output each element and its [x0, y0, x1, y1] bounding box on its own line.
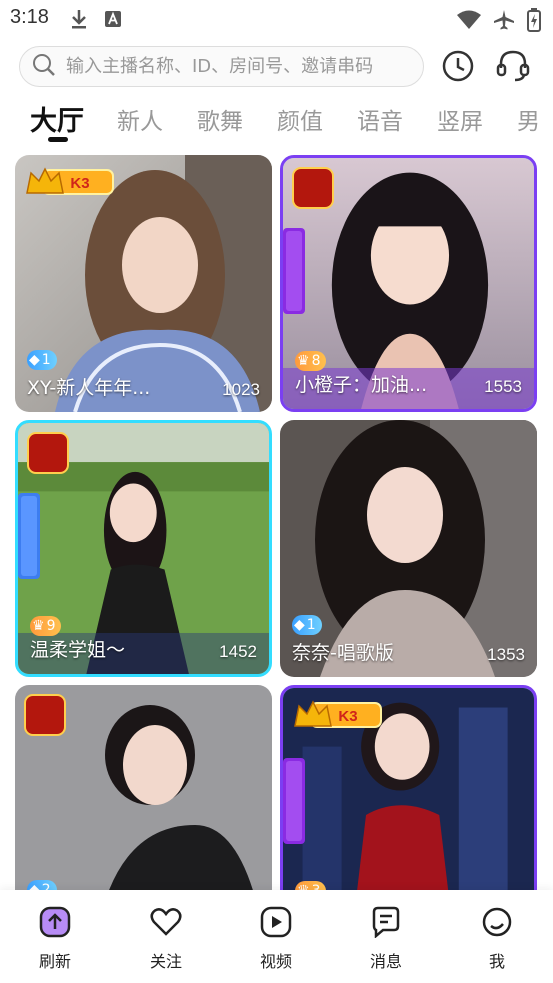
nav-messages[interactable]: 消息: [346, 906, 426, 972]
battery-icon: [527, 8, 541, 32]
nav-label: 刷新: [38, 952, 71, 971]
tab-looks[interactable]: 颜值: [277, 102, 323, 136]
download-icon: [70, 9, 88, 29]
nav-label: 消息: [369, 952, 402, 971]
airplane-icon: [493, 9, 515, 31]
level-badge: ◆ 1: [27, 350, 57, 370]
level-badge: ♛ 8: [295, 351, 327, 371]
tab-hall[interactable]: 大厅: [30, 99, 84, 138]
clock-icon[interactable]: [440, 48, 476, 84]
stream-title: 小橙子：加油...: [295, 374, 428, 396]
stream-card[interactable]: ♛ 9 温柔学姐～ 1452: [15, 420, 272, 677]
c-trainee-banner-icon: [18, 493, 40, 579]
c-star-banner-icon: [283, 758, 305, 844]
font-icon: [104, 9, 122, 29]
headset-icon[interactable]: [495, 48, 531, 84]
tab-newcomer[interactable]: 新人: [117, 102, 163, 136]
viewer-count: 1023: [222, 380, 260, 399]
crown-icon: ♛: [297, 353, 310, 369]
diamond-icon: ◆: [29, 352, 40, 368]
nav-label: 关注: [149, 952, 182, 971]
stream-title: 奈奈-唱歌版: [292, 642, 394, 664]
status-bar: 3:18: [0, 0, 553, 38]
tab-voice[interactable]: 语音: [357, 102, 403, 136]
svg-text:K3: K3: [338, 708, 357, 725]
crown-icon: ♛: [32, 618, 45, 634]
stream-card[interactable]: ♛ 8 小橙子：加油... 1553: [280, 155, 537, 412]
stream-card[interactable]: K3 ◆ 1 XY-新人年年... 1023: [15, 155, 272, 412]
seal-badge-icon: [24, 694, 66, 736]
tab-song-dance[interactable]: 歌舞: [197, 102, 243, 136]
heart-icon: [150, 906, 182, 938]
category-tabs: 大厅 新人 歌舞 颜值 语音 竖屏 男: [0, 96, 553, 146]
nav-label: 我: [488, 952, 505, 971]
k3-badge-icon: K3: [294, 700, 382, 728]
bottom-navigation: 刷新 关注 视频 消息 我: [0, 890, 553, 983]
level-badge: ♛ 9: [30, 616, 62, 636]
diamond-icon: ◆: [294, 617, 305, 633]
viewer-count: 1452: [219, 642, 257, 661]
seal-badge-icon: [292, 167, 334, 209]
status-time: 3:18: [10, 6, 49, 28]
seal-badge-icon: [27, 432, 69, 474]
search-bar[interactable]: [19, 46, 424, 87]
stream-title: 温柔学姐～: [30, 639, 126, 661]
message-icon: [370, 906, 402, 938]
k3-badge-icon: K3: [26, 167, 114, 195]
nav-me[interactable]: 我: [457, 906, 537, 972]
c-star-banner-icon: [283, 228, 305, 314]
viewer-count: 1553: [484, 377, 522, 396]
search-icon: [32, 53, 56, 81]
tab-male[interactable]: 男: [517, 102, 540, 136]
wifi-icon: [457, 10, 481, 30]
nav-video[interactable]: 视频: [236, 906, 316, 972]
nav-follow[interactable]: 关注: [126, 906, 206, 972]
play-icon: [260, 906, 292, 938]
search-input[interactable]: [66, 56, 406, 77]
refresh-up-icon: [39, 906, 71, 938]
level-badge: ◆ 1: [292, 615, 322, 635]
viewer-count: 1353: [487, 645, 525, 664]
svg-text:K3: K3: [70, 175, 89, 192]
nav-refresh[interactable]: 刷新: [15, 906, 95, 972]
profile-icon: [481, 906, 513, 938]
stream-card[interactable]: ◆ 1 奈奈-唱歌版 1353: [280, 420, 537, 677]
nav-label: 视频: [259, 952, 292, 971]
active-tab-indicator: [48, 137, 68, 142]
tab-vertical[interactable]: 竖屏: [437, 102, 483, 136]
stream-title: XY-新人年年...: [27, 377, 151, 399]
